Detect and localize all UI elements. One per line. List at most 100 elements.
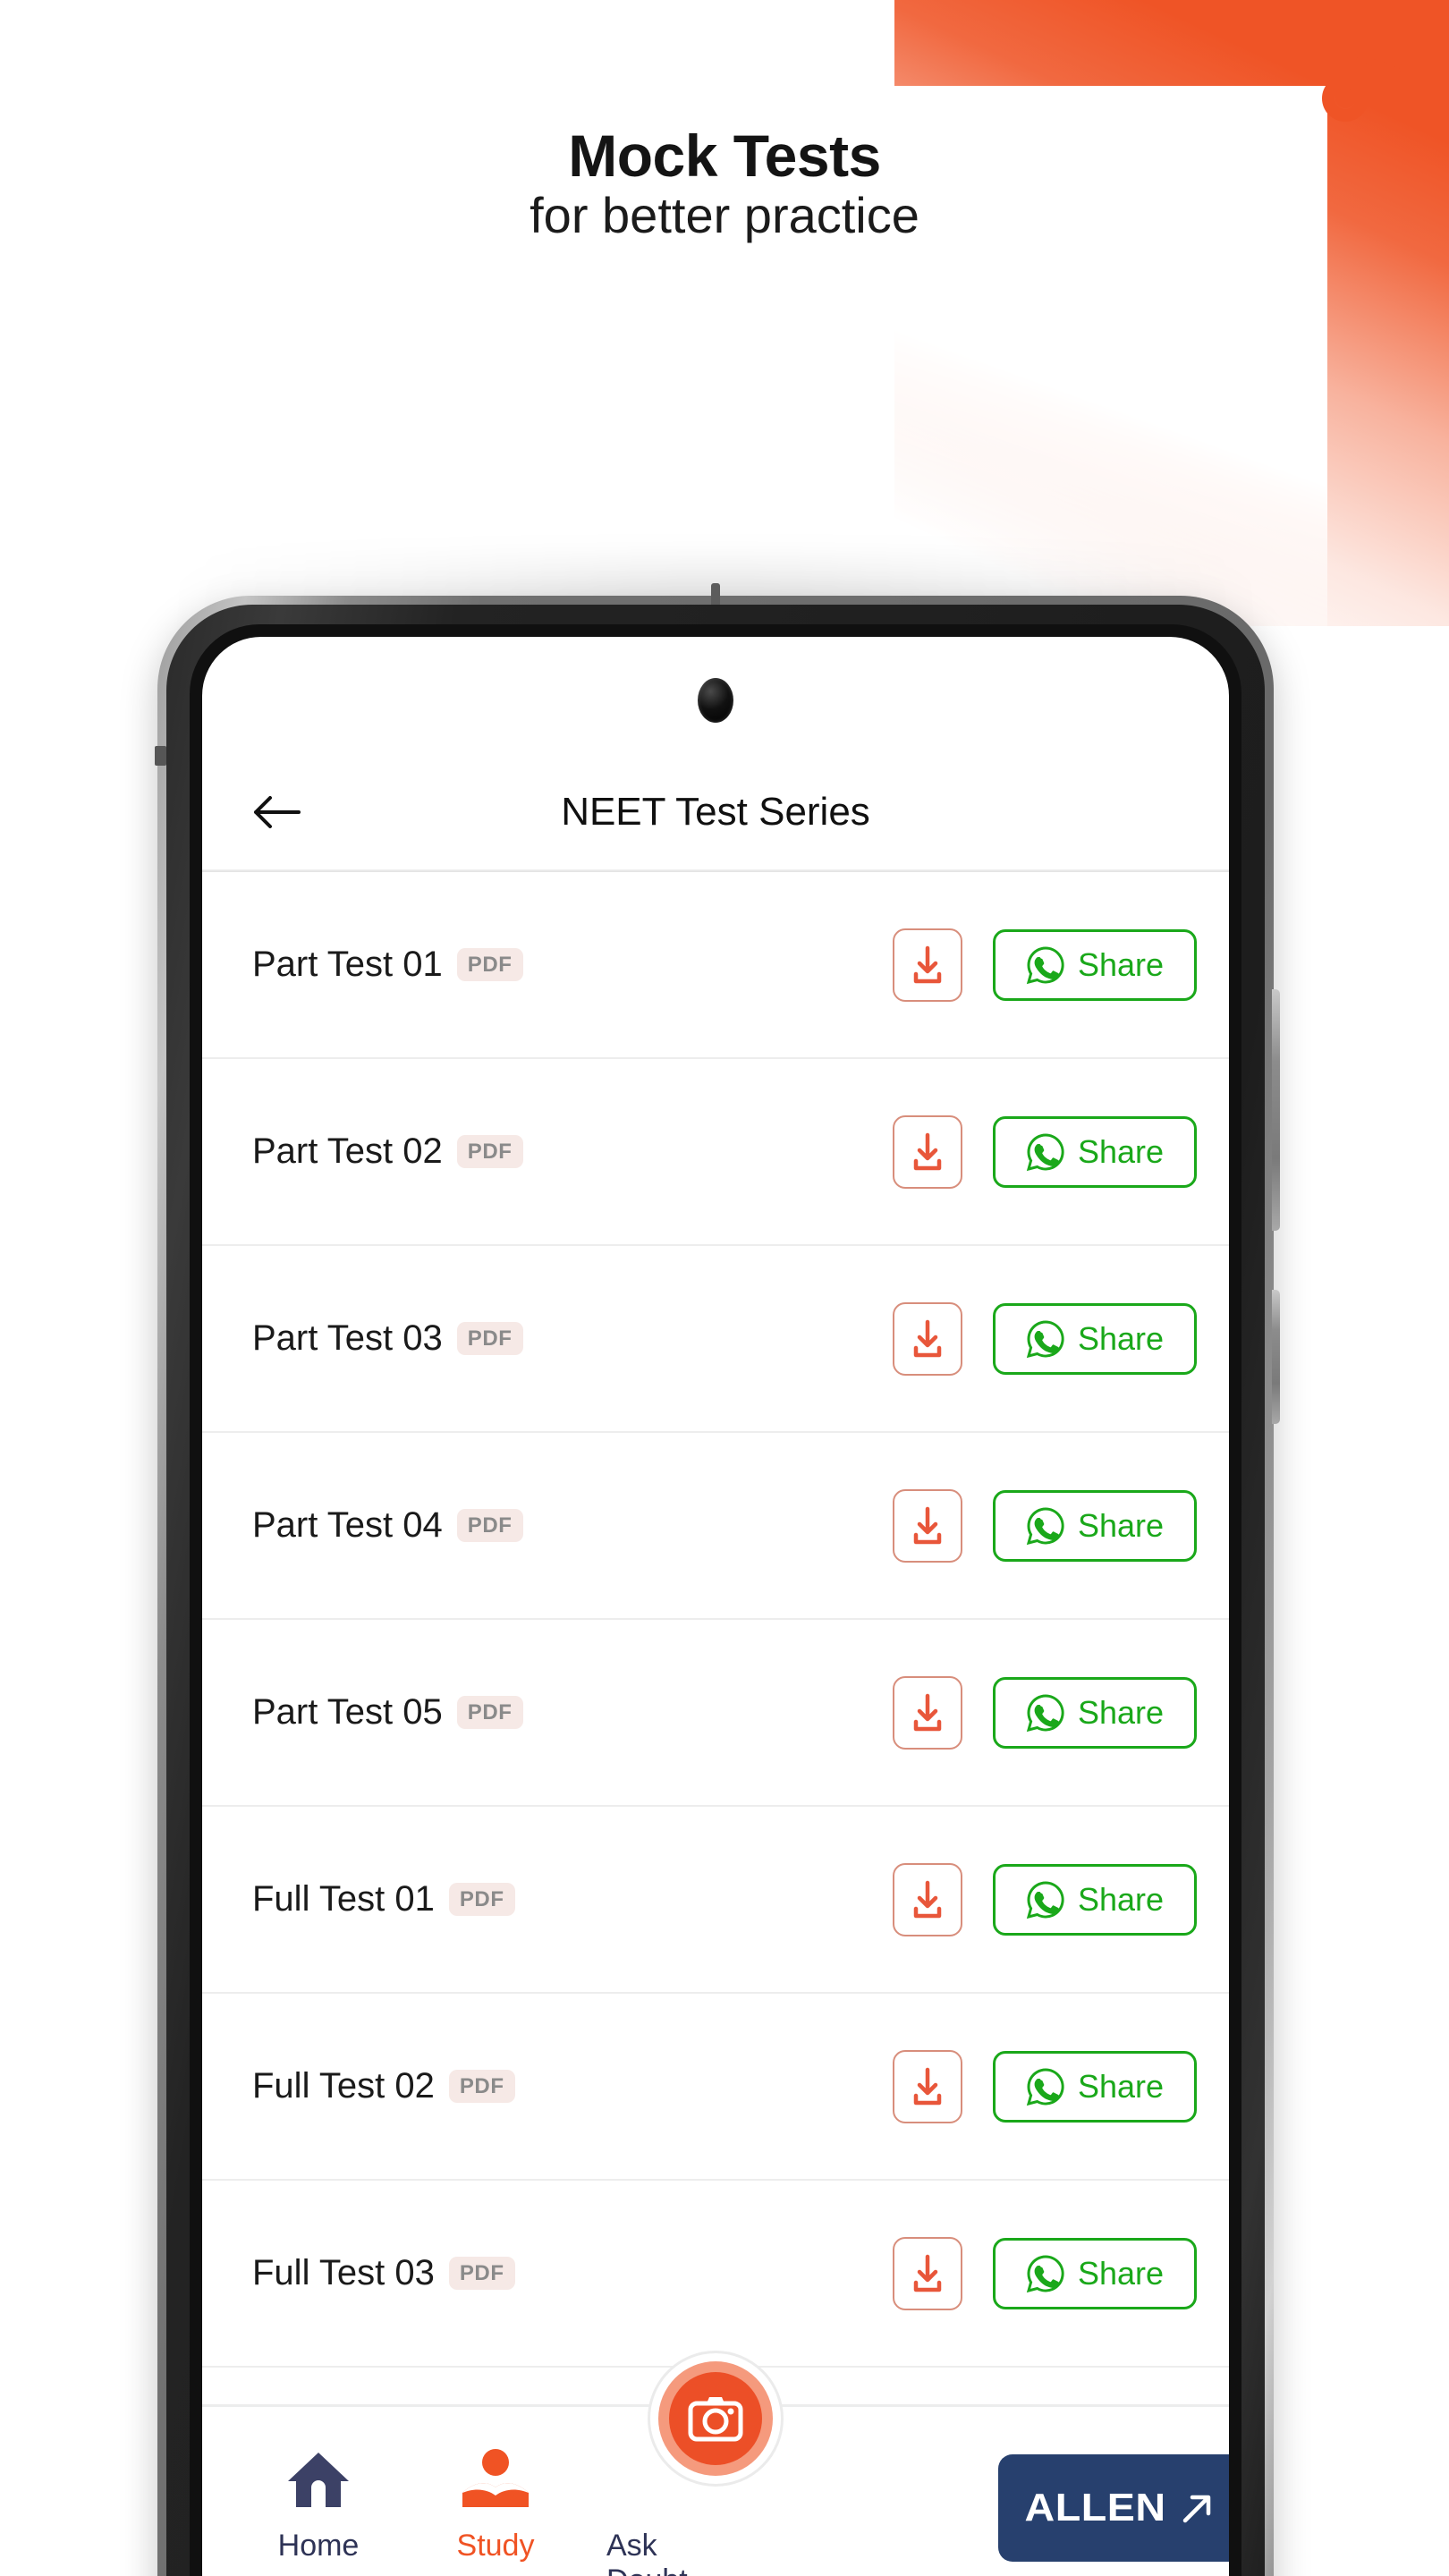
phone-screen: NEET Test Series Part Test 01 PDF Share Pa… — [202, 637, 1229, 2576]
whatsapp-share-button[interactable]: Share — [993, 1863, 1197, 1936]
download-button[interactable] — [893, 2049, 962, 2123]
row-label-group: Part Test 03 PDF — [252, 1318, 893, 1359]
nav-label-ask-doubt: Ask Doubt — [606, 2529, 688, 2576]
table-row[interactable]: Full Test 02 PDF Share — [202, 1994, 1229, 2181]
pdf-badge: PDF — [448, 2257, 515, 2290]
allen-partner-badge[interactable]: ALLEN — [998, 2454, 1229, 2562]
test-title: Full Test 02 — [252, 2066, 435, 2106]
download-button[interactable] — [893, 1114, 962, 1189]
share-label: Share — [1077, 1506, 1165, 1544]
download-icon — [913, 1506, 942, 1544]
whatsapp-icon — [1026, 2254, 1064, 2292]
test-title: Part Test 02 — [252, 1131, 443, 1171]
app-header: NEET Test Series — [202, 755, 1229, 869]
promo-headline: Mock Tests — [568, 123, 881, 189]
table-row[interactable]: Part Test 03 PDF Share — [202, 1246, 1229, 1433]
phone-bezel: NEET Test Series Part Test 01 PDF Share Pa… — [166, 605, 1265, 2576]
download-icon — [913, 1132, 942, 1170]
download-icon — [913, 1880, 942, 1918]
promo-subheadline: for better practice — [530, 187, 919, 243]
share-label: Share — [1077, 1319, 1165, 1357]
fab-outer-ring — [658, 2361, 773, 2476]
whatsapp-share-button[interactable]: Share — [993, 2237, 1197, 2309]
home-icon — [285, 2434, 352, 2511]
row-label-group: Full Test 03 PDF — [252, 2253, 893, 2293]
whatsapp-share-button[interactable]: Share — [993, 2050, 1197, 2123]
whatsapp-icon — [1026, 1319, 1064, 1358]
whatsapp-icon — [1026, 1693, 1064, 1732]
external-link-arrow-icon — [1182, 2495, 1211, 2523]
row-label-group: Part Test 02 PDF — [252, 1131, 893, 1172]
back-button[interactable] — [243, 779, 309, 845]
share-label: Share — [1077, 1693, 1165, 1731]
test-list: Part Test 01 PDF Share Part Test 02 PDF Sha… — [202, 872, 1229, 2368]
test-title: Full Test 03 — [252, 2253, 435, 2292]
download-icon — [913, 2254, 942, 2292]
share-label: Share — [1077, 945, 1165, 983]
whatsapp-share-button[interactable]: Share — [993, 928, 1197, 1001]
doubtnut-d-graduation-cap-logo — [1306, 32, 1410, 136]
download-icon — [913, 2067, 942, 2105]
table-row[interactable]: Part Test 02 PDF Share — [202, 1059, 1229, 1246]
study-person-icon — [461, 2434, 530, 2511]
pdf-badge: PDF — [456, 1696, 523, 1729]
test-title: Part Test 05 — [252, 1692, 443, 1732]
row-label-group: Part Test 05 PDF — [252, 1692, 893, 1733]
phone-power-button[interactable] — [1272, 1290, 1280, 1424]
promo-screenshot: Mock Tests for better practice NEET Test… — [0, 0, 1449, 2576]
allen-label: ALLEN — [1024, 2486, 1166, 2529]
whatsapp-share-button[interactable]: Share — [993, 1302, 1197, 1375]
table-row[interactable]: Full Test 03 PDF Share — [202, 2181, 1229, 2368]
table-row[interactable]: Part Test 01 PDF Share — [202, 872, 1229, 1059]
pdf-badge: PDF — [448, 2070, 515, 2103]
row-label-group: Full Test 02 PDF — [252, 2066, 893, 2106]
whatsapp-share-button[interactable]: Share — [993, 1676, 1197, 1749]
whatsapp-icon — [1026, 1880, 1064, 1919]
whatsapp-icon — [1026, 1506, 1064, 1545]
phone-antenna-line — [155, 746, 166, 766]
download-button[interactable] — [893, 1675, 962, 1750]
test-title: Part Test 03 — [252, 1318, 443, 1358]
share-label: Share — [1077, 1880, 1165, 1918]
download-icon — [913, 1693, 942, 1731]
pdf-badge: PDF — [448, 1883, 515, 1916]
table-row[interactable]: Full Test 01 PDF Share — [202, 1807, 1229, 1994]
whatsapp-icon — [1026, 2067, 1064, 2106]
pdf-badge: PDF — [456, 948, 523, 981]
row-label-group: Part Test 04 PDF — [252, 1505, 893, 1546]
fab-core — [669, 2372, 762, 2465]
nav-item-study[interactable]: Study — [429, 2434, 562, 2563]
table-row[interactable]: Part Test 04 PDF Share — [202, 1433, 1229, 1620]
front-camera-punch-hole — [698, 678, 733, 723]
whatsapp-share-button[interactable]: Share — [993, 1489, 1197, 1562]
pdf-badge: PDF — [456, 1135, 523, 1168]
whatsapp-share-button[interactable]: Share — [993, 1115, 1197, 1188]
test-title: Part Test 04 — [252, 1505, 443, 1545]
download-button[interactable] — [893, 928, 962, 1002]
row-label-group: Part Test 01 PDF — [252, 945, 893, 985]
download-button[interactable] — [893, 2236, 962, 2310]
whatsapp-icon — [1026, 1132, 1064, 1171]
page-title: NEET Test Series — [561, 790, 870, 834]
phone-inner-bezel: NEET Test Series Part Test 01 PDF Share Pa… — [190, 624, 1241, 2576]
table-row[interactable]: Part Test 05 PDF Share — [202, 1620, 1229, 1807]
test-title: Full Test 01 — [252, 1879, 435, 1919]
nav-label-study: Study — [456, 2529, 535, 2563]
download-icon — [913, 945, 942, 983]
test-title: Part Test 01 — [252, 945, 443, 984]
pdf-badge: PDF — [456, 1509, 523, 1542]
download-icon — [913, 1319, 942, 1357]
whatsapp-icon — [1026, 945, 1064, 984]
pdf-badge: PDF — [456, 1322, 523, 1355]
back-arrow-icon — [254, 796, 301, 828]
download-button[interactable] — [893, 1862, 962, 1936]
nav-item-home[interactable]: Home — [252, 2434, 385, 2563]
row-label-group: Full Test 01 PDF — [252, 1879, 893, 1919]
download-button[interactable] — [893, 1488, 962, 1563]
phone-frame: NEET Test Series Part Test 01 PDF Share Pa… — [155, 583, 1280, 2576]
camera-icon — [688, 2397, 743, 2442]
phone-volume-button[interactable] — [1272, 989, 1280, 1231]
share-label: Share — [1077, 2067, 1165, 2105]
ask-doubt-camera-button[interactable] — [648, 2351, 784, 2487]
download-button[interactable] — [893, 1301, 962, 1376]
